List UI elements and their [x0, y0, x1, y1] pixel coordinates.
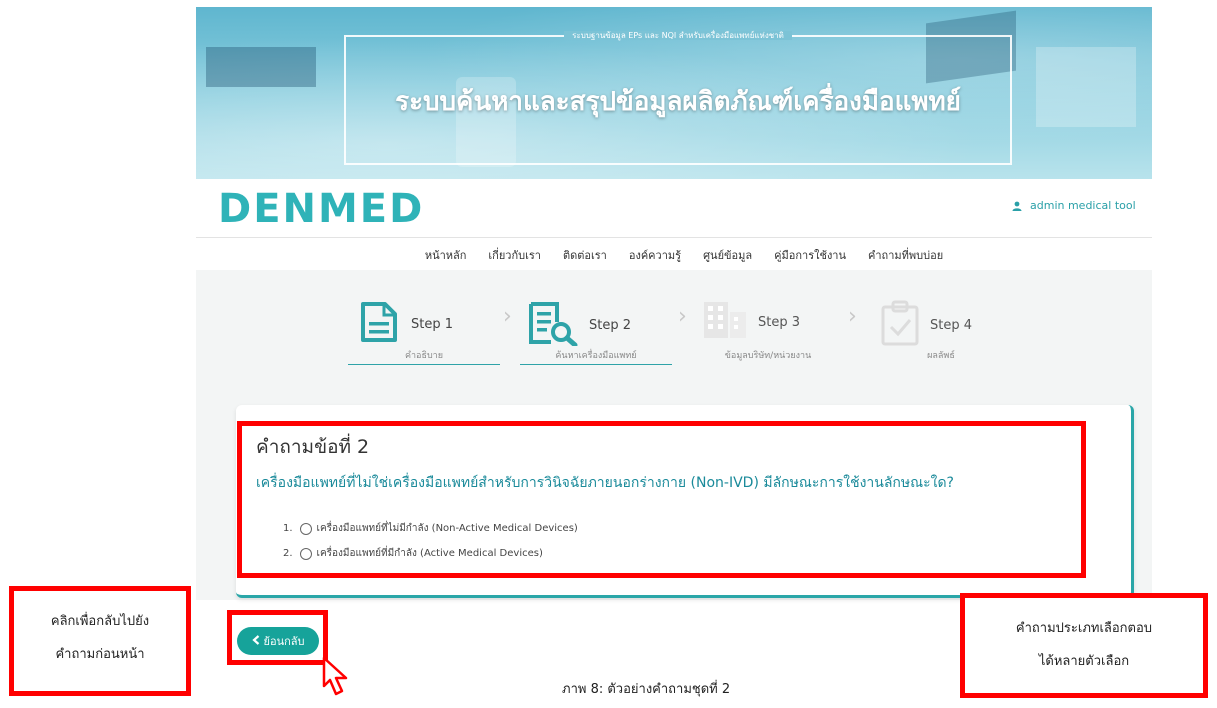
banner-title: ระบบค้นหาและสรุปข้อมูลผลิตภัณฑ์เครื่องมื…	[395, 87, 961, 117]
callout-back-line-1: คลิกเพื่อกลับไปยัง	[50, 614, 150, 629]
nav-knowledge[interactable]: องค์ความรู้	[629, 246, 681, 264]
chevron-right-icon: ›	[503, 304, 512, 329]
header-banner: ระบบฐานข้อมูล EPs และ NQI สำหรับเครื่องม…	[196, 7, 1152, 179]
banner-subtitle: ระบบฐานข้อมูล EPs และ NQI สำหรับเครื่องม…	[564, 31, 792, 40]
user-name: admin medical tool	[1030, 199, 1136, 212]
nav-data-center[interactable]: ศูนย์ข้อมูล	[703, 246, 752, 264]
cursor-icon	[318, 656, 356, 704]
step-1: Step 1	[357, 300, 453, 348]
step-1-label: Step 1	[411, 316, 454, 332]
chevron-right-icon: ›	[678, 304, 687, 329]
callout-multiple-choice-line-1: คำถามประเภทเลือกตอบ	[1015, 621, 1153, 636]
callout-multiple-choice: คำถามประเภทเลือกตอบ ได้หลายตัวเลือก	[960, 593, 1208, 698]
back-button-highlight	[227, 610, 328, 665]
figure-caption: ภาพ 8: ตัวอย่างคำถามชุดที่ 2	[562, 682, 731, 697]
step-4-label: Step 4	[930, 317, 973, 333]
step-2-label: Step 2	[589, 317, 632, 333]
step-4-sub: ผลลัพธ์	[927, 351, 955, 361]
document-search-icon	[527, 300, 579, 350]
question-highlight	[237, 421, 1086, 578]
chevron-right-icon: ›	[848, 304, 857, 329]
step-2: Step 2	[527, 300, 631, 350]
step-3-label: Step 3	[758, 314, 801, 330]
step-3: Step 3	[702, 300, 800, 344]
step-2-sub: ค้นหาเครื่องมือแพทย์	[555, 351, 637, 361]
document-icon	[357, 300, 401, 348]
building-icon	[702, 300, 748, 344]
step-3-sub: ข้อมูลบริษัท/หน่วยงาน	[724, 351, 812, 361]
site-logo[interactable]: DENMED	[218, 186, 424, 232]
person-icon	[1012, 201, 1022, 211]
nav-contact[interactable]: ติดต่อเรา	[563, 246, 607, 264]
step-2-underline	[520, 364, 672, 365]
main-nav: หน้าหลัก เกี่ยวกับเรา ติดต่อเรา องค์ความ…	[196, 237, 1152, 272]
callout-multiple-choice-line-2: ได้หลายตัวเลือก	[1038, 654, 1130, 669]
nav-manual[interactable]: คู่มือการใช้งาน	[774, 246, 846, 264]
step-1-underline	[348, 364, 500, 365]
callout-back: คลิกเพื่อกลับไปยัง คำถามก่อนหน้า	[9, 586, 191, 696]
nav-home[interactable]: หน้าหลัก	[425, 246, 467, 264]
nav-about[interactable]: เกี่ยวกับเรา	[488, 246, 541, 264]
clipboard-check-icon	[880, 300, 920, 350]
step-1-sub: คำอธิบาย	[404, 351, 443, 361]
callout-back-line-2: คำถามก่อนหน้า	[55, 647, 145, 662]
user-menu[interactable]: admin medical tool	[1012, 199, 1136, 212]
step-4: Step 4	[880, 300, 972, 350]
nav-faq[interactable]: คำถามที่พบบ่อย	[868, 246, 943, 264]
